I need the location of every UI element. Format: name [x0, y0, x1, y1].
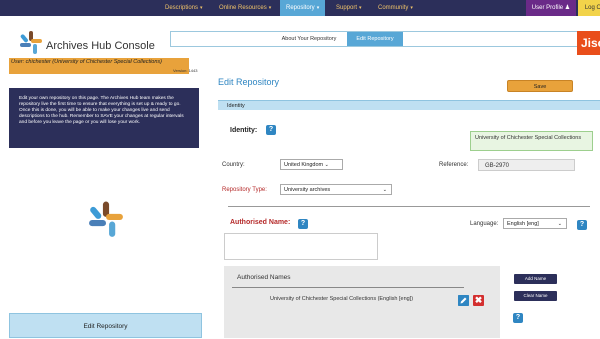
logout-button[interactable]: Log O — [578, 0, 600, 16]
help-icon[interactable]: ? — [298, 219, 308, 229]
chevron-down-icon: ▾ — [359, 5, 362, 11]
nav-label: Descriptions — [165, 5, 199, 11]
authorised-name-label: Authorised Name: — [230, 219, 291, 226]
save-button[interactable]: Save — [507, 80, 573, 92]
tab-edit-repository[interactable]: Edit Repository — [347, 32, 403, 46]
reference-field[interactable]: GB-2970 — [478, 159, 575, 171]
nav-community[interactable]: Community ▾ — [378, 0, 413, 16]
language-value: English [eng] — [507, 221, 539, 227]
chevron-down-icon: ▾ — [200, 5, 203, 11]
help-icon[interactable]: ? — [266, 125, 276, 135]
help-icon[interactable]: ? — [577, 220, 587, 230]
repository-type-select[interactable]: University archives ⌄ — [280, 184, 392, 195]
country-select[interactable]: United Kingdom ⌄ — [280, 159, 343, 170]
nav-support[interactable]: Support ▾ — [336, 0, 362, 16]
user-info: User: chichester (University of Chichest… — [11, 59, 162, 65]
add-name-button[interactable]: Add Name — [514, 274, 557, 284]
list-item: University of Chichester Special Collect… — [270, 296, 414, 302]
app-title: Archives Hub Console — [46, 40, 155, 52]
help-info-box: Edit your own repository on this page. T… — [9, 88, 199, 148]
reference-label: Reference: — [439, 162, 469, 168]
repository-type-value: University archives — [284, 187, 331, 193]
chevron-down-icon: ▾ — [316, 5, 320, 11]
nav-label: Online Resources — [219, 5, 267, 11]
tab-about-repository[interactable]: About Your Repository — [270, 32, 348, 46]
nav-label: Support — [336, 5, 358, 11]
edit-pencil-icon[interactable] — [458, 295, 469, 306]
chevron-down-icon: ⌄ — [324, 162, 329, 168]
country-label: Country: — [222, 162, 245, 168]
nav-online-resources[interactable]: Online Resources ▾ — [219, 0, 271, 16]
delete-icon[interactable]: ✖ — [473, 295, 484, 306]
sidebar-item-edit-repository[interactable]: Edit Repository — [9, 313, 202, 338]
version-label: Version: 1443 — [173, 68, 198, 73]
help-icon[interactable]: ? — [513, 313, 523, 323]
page-title: Edit Repository — [218, 77, 280, 87]
divider — [232, 287, 464, 288]
authorised-names-header: Authorised Names — [237, 274, 291, 281]
divider — [228, 206, 590, 207]
country-value: United Kingdom — [284, 162, 324, 168]
archives-hub-star-icon — [89, 201, 123, 237]
language-select[interactable]: English [eng] ⌄ — [503, 218, 567, 229]
chevron-down-icon: ⌄ — [382, 187, 387, 193]
nav-label: Repository — [286, 5, 315, 11]
language-label: Language: — [470, 221, 499, 227]
jisc-logo: Jisc — [577, 31, 600, 55]
chevron-down-icon: ▾ — [410, 5, 413, 11]
chevron-down-icon: ⌄ — [557, 221, 562, 227]
user-profile-button[interactable]: User Profile ♟ — [526, 0, 576, 16]
authorised-name-input[interactable] — [224, 233, 378, 260]
nav-label: Community — [378, 5, 409, 11]
archives-hub-star-icon — [20, 31, 42, 54]
identity-section-header[interactable]: Identity — [218, 100, 600, 110]
nav-repository[interactable]: Repository ▾ — [280, 0, 326, 16]
nav-descriptions[interactable]: Descriptions ▾ — [165, 0, 203, 16]
chevron-down-icon: ▾ — [268, 5, 272, 11]
repository-name-display: University of Chichester Special Collect… — [470, 131, 593, 151]
repository-type-label: Repository Type: — [222, 187, 267, 193]
identity-label: Identity: — [230, 127, 258, 134]
clear-name-button[interactable]: Clear Name — [514, 291, 557, 301]
